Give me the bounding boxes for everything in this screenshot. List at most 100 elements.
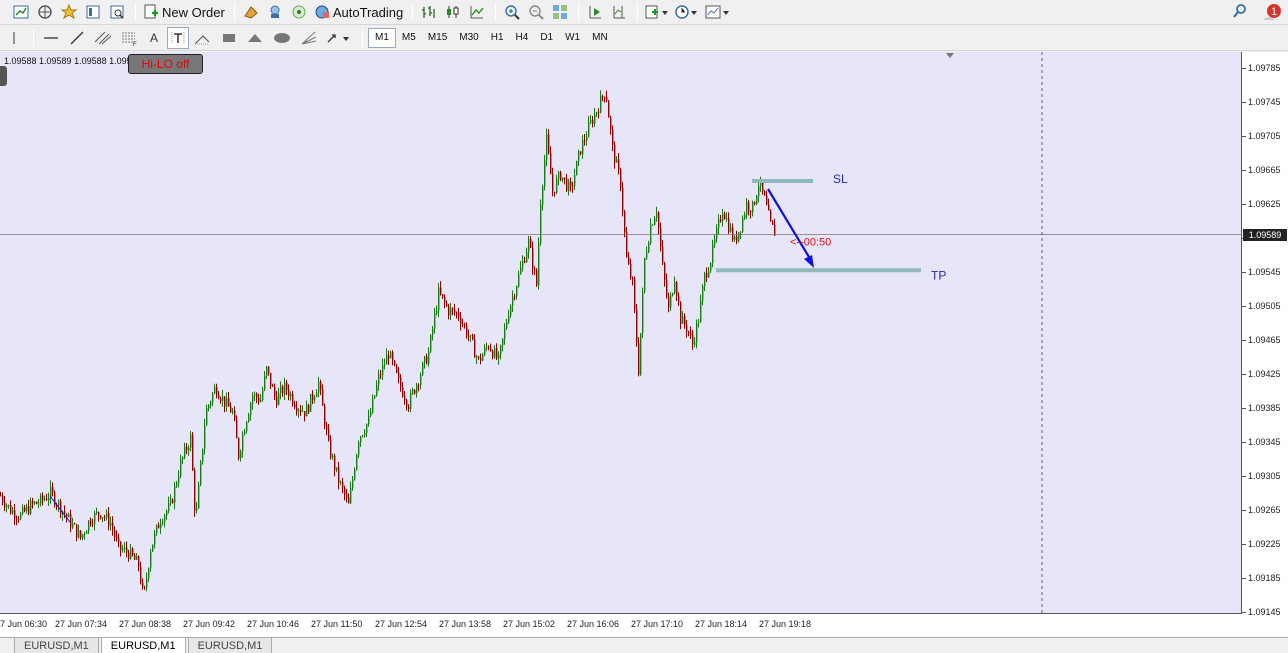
candle-body bbox=[744, 214, 746, 218]
cursor-icon[interactable] bbox=[4, 27, 26, 49]
candle-body bbox=[656, 212, 658, 219]
candle-body bbox=[282, 386, 284, 395]
equidistant-channel-icon[interactable] bbox=[91, 27, 115, 49]
candle-body bbox=[618, 159, 620, 170]
new-chart-icon[interactable] bbox=[10, 1, 32, 23]
text-label-icon[interactable] bbox=[167, 26, 189, 49]
candle-body bbox=[158, 524, 160, 529]
candle-body bbox=[84, 533, 86, 535]
metaeditor-icon[interactable] bbox=[240, 1, 262, 23]
bar-chart-icon[interactable] bbox=[418, 1, 440, 23]
fibonacci-icon[interactable]: F bbox=[117, 27, 141, 49]
time-axis[interactable]: 7 Jun 06:30 27 Jun 07:34 27 Jun 08:38 27 Ju… bbox=[0, 614, 1242, 637]
indicators-icon[interactable] bbox=[643, 1, 671, 23]
terminal-icon[interactable] bbox=[106, 1, 128, 23]
candle-body bbox=[426, 356, 428, 364]
chart-tab-active[interactable]: EURUSD,M1 bbox=[100, 637, 186, 653]
candle-body bbox=[578, 151, 580, 161]
candle-body bbox=[386, 355, 388, 365]
chart-shift-icon[interactable] bbox=[608, 1, 630, 23]
candle-body bbox=[322, 389, 324, 406]
candle-body bbox=[666, 279, 668, 297]
candle-body bbox=[76, 524, 78, 538]
ellipse-icon[interactable] bbox=[269, 27, 295, 49]
chart-shift-marker bbox=[946, 53, 954, 58]
tile-windows-icon[interactable] bbox=[549, 1, 571, 23]
autotrading-button[interactable]: AutoTrading bbox=[312, 1, 405, 23]
fibonacci-fan-icon[interactable] bbox=[297, 27, 321, 49]
timeframe-m30[interactable]: M30 bbox=[453, 28, 484, 48]
timeframe-m15[interactable]: M15 bbox=[422, 28, 453, 48]
zoom-in-icon[interactable] bbox=[501, 1, 523, 23]
templates-icon[interactable] bbox=[703, 1, 733, 23]
rectangle-icon[interactable] bbox=[217, 27, 241, 49]
candlestick-icon[interactable] bbox=[442, 1, 464, 23]
timeframe-h1[interactable]: H1 bbox=[485, 28, 510, 48]
candle-body bbox=[448, 305, 450, 316]
candle-body bbox=[92, 523, 94, 525]
chart-window[interactable]: SL TP <--00:50 1.09588 1.09589 1.09588 1.0… bbox=[0, 52, 1288, 637]
chart-tab[interactable]: EURUSD,M1 bbox=[187, 637, 273, 653]
candle-body bbox=[720, 219, 722, 221]
candle-body bbox=[330, 439, 332, 458]
signals-icon[interactable] bbox=[264, 1, 286, 23]
horizontal-line-icon[interactable] bbox=[39, 27, 63, 49]
navigator-icon[interactable] bbox=[82, 1, 104, 23]
auto-scroll-icon[interactable] bbox=[584, 1, 606, 23]
candle-body bbox=[478, 356, 480, 358]
candle-body bbox=[418, 384, 420, 386]
price-tick-label: 1.09345 bbox=[1242, 437, 1281, 447]
candle-body bbox=[60, 501, 62, 515]
candle-body bbox=[464, 324, 466, 326]
arrows-icon[interactable] bbox=[191, 27, 215, 49]
market-watch-icon[interactable] bbox=[58, 1, 80, 23]
candle-body bbox=[70, 514, 72, 528]
one-click-trading-handle[interactable] bbox=[0, 66, 7, 86]
chart-tab[interactable]: EURUSD,M1 bbox=[14, 637, 99, 653]
candle-body bbox=[212, 393, 214, 403]
timeframe-w1[interactable]: W1 bbox=[559, 28, 586, 48]
zoom-out-icon[interactable] bbox=[525, 1, 547, 23]
text-tool-icon[interactable]: A bbox=[143, 27, 165, 49]
radio-icon[interactable] bbox=[288, 1, 310, 23]
chart-plot[interactable]: SL TP <--00:50 1.09588 1.09589 1.09588 1.0… bbox=[0, 52, 1242, 614]
toolbar-separator bbox=[637, 3, 639, 21]
candlestick-chart[interactable]: SL TP <--00:50 bbox=[0, 52, 1242, 614]
line-chart-icon[interactable] bbox=[466, 1, 488, 23]
candle-body bbox=[570, 181, 572, 186]
triangle-icon[interactable] bbox=[243, 27, 267, 49]
periods-icon[interactable] bbox=[673, 1, 701, 23]
candle-body bbox=[320, 381, 322, 390]
current-price-tag: 1.09589 bbox=[1243, 228, 1287, 241]
candle-body bbox=[552, 174, 554, 192]
candle-body bbox=[366, 424, 368, 434]
timeframe-h4[interactable]: H4 bbox=[510, 28, 535, 48]
candle-body bbox=[38, 503, 40, 505]
candle-body bbox=[364, 433, 366, 436]
hilo-toggle-button[interactable]: Hi-LO off bbox=[128, 54, 203, 74]
timeframe-m1[interactable]: M1 bbox=[368, 27, 396, 48]
profiles-icon[interactable] bbox=[34, 1, 56, 23]
timeframe-mn[interactable]: MN bbox=[586, 28, 614, 48]
candle-body bbox=[592, 119, 594, 124]
candle-body bbox=[392, 352, 394, 361]
arrow-objects-icon[interactable] bbox=[323, 27, 355, 49]
trendline-icon[interactable] bbox=[65, 27, 89, 49]
candle-body bbox=[370, 412, 372, 417]
candle-body bbox=[254, 393, 256, 396]
candle-body bbox=[114, 529, 116, 537]
candle-body bbox=[126, 547, 128, 553]
candle-body bbox=[708, 271, 710, 278]
candle-body bbox=[180, 459, 182, 477]
price-axis[interactable]: 1.09785 1.09745 1.09705 1.09665 1.09625 1.095… bbox=[1242, 52, 1288, 617]
timeframe-m5[interactable]: M5 bbox=[396, 28, 422, 48]
toolbar-separator bbox=[233, 3, 235, 21]
new-order-button[interactable]: New Order bbox=[141, 1, 227, 23]
candle-body bbox=[216, 387, 218, 396]
candle-body bbox=[698, 322, 700, 324]
search-icon[interactable] bbox=[1232, 3, 1248, 24]
candle-body bbox=[22, 507, 24, 514]
candle-body bbox=[644, 258, 646, 292]
timeframe-d1[interactable]: D1 bbox=[534, 28, 559, 48]
arrow-head bbox=[804, 255, 814, 268]
